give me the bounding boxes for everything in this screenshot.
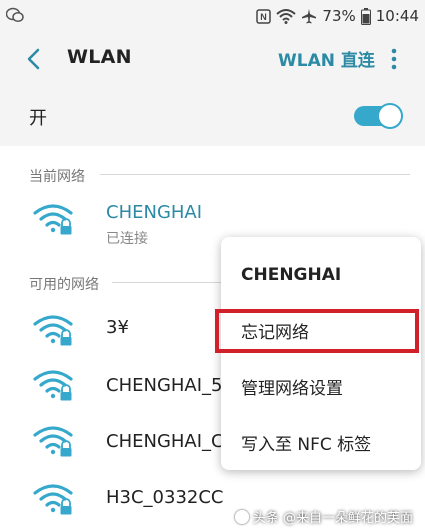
back-arrow-icon[interactable] [20, 44, 48, 74]
app-header: WLAN WLAN 直连 [0, 32, 425, 86]
highlight-annotation [215, 309, 419, 353]
wifi-lock-icon [33, 370, 73, 401]
wlan-toggle-row[interactable]: 开 [0, 86, 425, 146]
watermark-text: 头条 @来自一朵鲜花的芙面 [252, 511, 413, 526]
wifi-icon [276, 9, 297, 24]
wifi-lock-icon [33, 426, 73, 457]
nfc-icon: N [256, 8, 272, 24]
battery-percent: 73% [322, 7, 356, 25]
divider [112, 282, 224, 283]
wifi-direct-button[interactable]: WLAN 直连 [278, 46, 375, 71]
status-time: 10:44 [375, 7, 419, 25]
current-network-name: CHENGHAI [106, 202, 203, 223]
wlan-toggle-switch[interactable] [354, 102, 403, 130]
network-name: 3¥ [106, 317, 129, 338]
svg-text:N: N [261, 12, 268, 22]
watermark-logo-icon [234, 509, 249, 524]
network-context-menu: CHENGHAI 忘记网络 管理网络设置 写入至 NFC 标签 [221, 237, 421, 470]
section-header-current: 当前网络 [29, 169, 85, 185]
more-vert-icon[interactable] [384, 44, 404, 74]
current-network-status: 已连接 [106, 231, 148, 247]
wifi-lock-icon [33, 204, 73, 235]
manage-network-settings-item[interactable]: 管理网络设置 [221, 361, 421, 411]
menu-title: CHENGHAI [241, 265, 342, 285]
menu-item-label: 写入至 NFC 标签 [241, 435, 372, 455]
network-name: CHENGHAI_5 [106, 375, 221, 396]
battery-icon [360, 7, 371, 25]
divider [100, 174, 410, 175]
menu-item-label: 管理网络设置 [241, 379, 343, 399]
write-to-nfc-tag-item[interactable]: 写入至 NFC 标签 [221, 417, 421, 467]
section-header-available: 可用的网络 [29, 277, 99, 293]
status-bar: N 73% 10:44 [0, 0, 425, 32]
wifi-lock-icon [33, 315, 73, 346]
airplane-icon [302, 9, 317, 24]
toggle-label: 开 [29, 108, 47, 129]
network-name: H3C_0332CC [106, 487, 224, 508]
wifi-lock-icon [33, 484, 73, 515]
page-title: WLAN [67, 46, 132, 68]
wechat-icon [6, 7, 24, 23]
watermark: 头条 @来自一朵鲜花的芙面 [234, 507, 413, 526]
network-name: CHENGHAI_C [106, 431, 221, 452]
